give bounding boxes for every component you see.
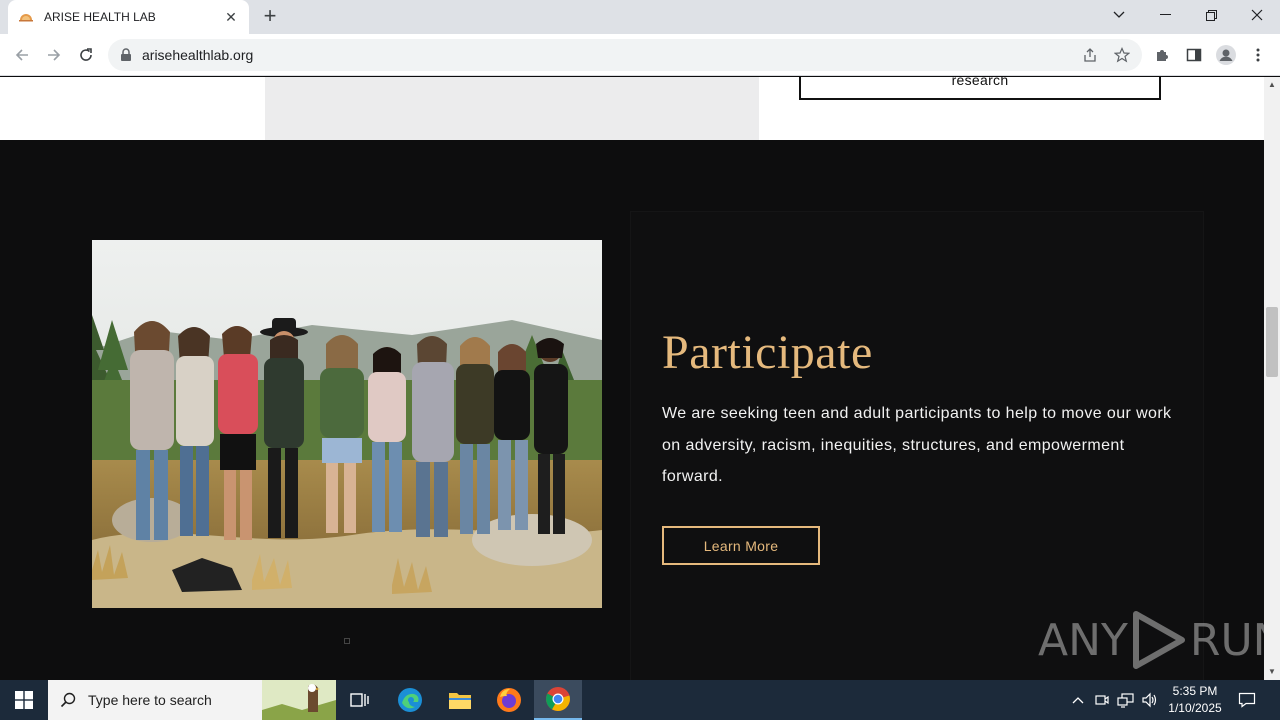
research-button[interactable]: research [799,77,1161,100]
url-text: arisehealthlab.org [142,47,254,63]
profile-avatar-icon[interactable] [1216,45,1236,65]
system-clock[interactable]: 5:35 PM 1/10/2025 [1160,683,1230,717]
windows-start-button[interactable] [0,680,48,720]
edge-icon[interactable] [386,680,434,720]
chrome-icon[interactable] [534,680,582,720]
taskbar-search-box[interactable]: Type here to search [48,680,336,720]
forward-button[interactable] [42,43,66,67]
bookmark-star-icon[interactable] [1112,45,1132,65]
watermark-left-text: ANY [1038,614,1128,666]
close-window-button[interactable] [1234,0,1280,30]
chrome-menu-icon[interactable] [1248,45,1268,65]
anyrun-watermark: ANY RUN [1038,608,1280,672]
play-triangle-icon [1132,611,1185,669]
extensions-icon[interactable] [1152,45,1172,65]
reload-button[interactable] [74,43,98,67]
participate-description: We are seeking teen and adult participan… [662,405,1172,485]
firefox-icon[interactable] [485,680,533,720]
browser-toolbar: arisehealthlab.org [0,34,1280,76]
search-highlight-eagle-image [262,680,336,720]
tab-search-icon[interactable] [1096,0,1142,30]
web-page: research Participate We are seeking teen… [0,77,1264,680]
clock-time: 5:35 PM [1172,684,1218,698]
tab-title: ARISE HEALTH LAB [44,10,156,24]
windows-taskbar: Type here to search 5:35 PM 1/10/2025 [0,680,1280,720]
address-bar[interactable]: arisehealthlab.org [108,39,1142,71]
browser-tab[interactable]: ARISE HEALTH LAB ✕ [8,0,249,34]
previous-section-image-placeholder [265,77,759,140]
tab-strip: ARISE HEALTH LAB ✕ + [0,0,1280,34]
clock-date: 1/10/2025 [1168,701,1222,715]
meet-now-icon[interactable] [1092,690,1112,710]
task-view-icon[interactable] [336,680,384,720]
lock-icon[interactable] [120,48,132,62]
network-icon[interactable] [1116,690,1136,710]
restore-button[interactable] [1188,0,1234,30]
scroll-up-arrow-icon[interactable]: ▲ [1264,77,1280,93]
notifications-icon[interactable] [1237,690,1257,710]
participate-heading: Participate [662,326,873,379]
search-icon [48,692,88,708]
new-tab-button[interactable]: + [258,5,282,29]
share-icon[interactable] [1080,45,1100,65]
page-scrollbar[interactable]: ▲ ▼ [1264,77,1280,680]
volume-icon[interactable] [1140,690,1160,710]
show-hidden-icons-chevron-icon[interactable] [1068,690,1088,710]
group-photo [92,240,602,608]
scrollbar-thumb[interactable] [1266,307,1278,377]
file-explorer-icon[interactable] [436,680,484,720]
side-panel-icon[interactable] [1184,45,1204,65]
minimize-button[interactable] [1142,0,1188,30]
arise-logo-icon [19,14,33,22]
scroll-down-arrow-icon[interactable]: ▼ [1264,664,1280,680]
windows-logo-icon [15,691,33,709]
close-tab-icon[interactable]: ✕ [223,9,239,26]
learn-more-button[interactable]: Learn More [662,526,820,565]
search-placeholder-text: Type here to search [88,692,212,708]
back-button[interactable] [10,43,34,67]
carousel-dot[interactable] [344,638,350,644]
